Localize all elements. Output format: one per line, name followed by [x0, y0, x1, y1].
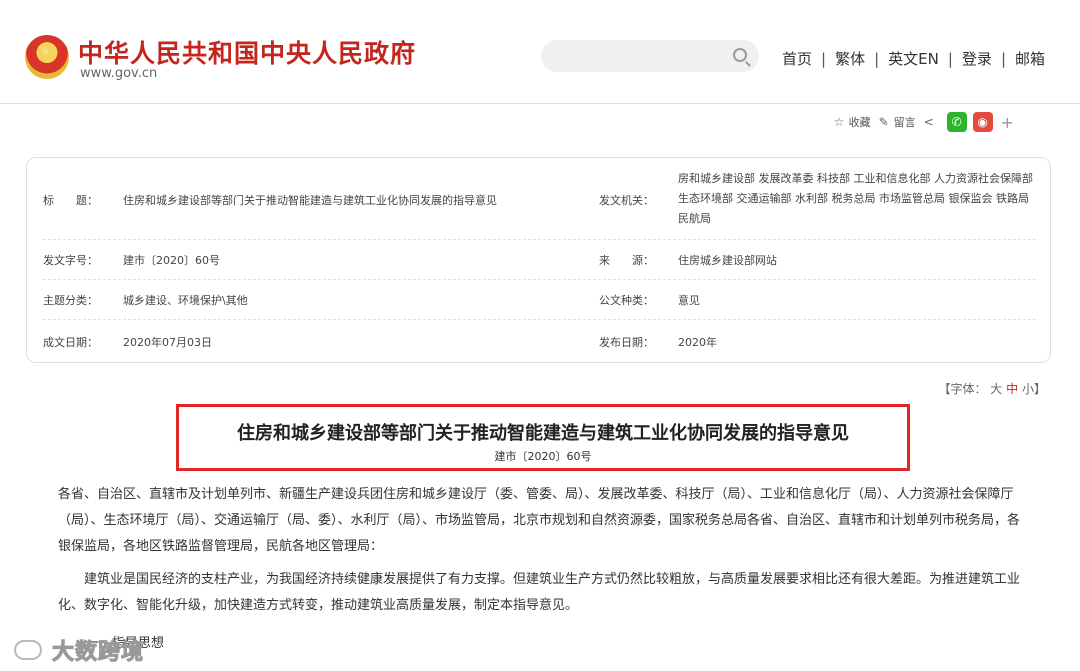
nav-separator: | [821, 50, 827, 68]
comment-label: 留言 [893, 116, 916, 129]
share-bar: ☆ 收藏 ✎ 留言 < ✆ ◉ + [834, 110, 1014, 134]
nav-home[interactable]: 首页 [782, 48, 812, 69]
document-title-highlight: 住房和城乡建设部等部门关于推动智能建造与建筑工业化协同发展的指导意见 建市〔20… [176, 404, 910, 471]
nav-separator: | [1000, 50, 1006, 68]
nav-english[interactable]: 英文EN [888, 48, 939, 69]
watermark-logo-icon [14, 640, 42, 660]
nav-traditional[interactable]: 繁体 [835, 48, 865, 69]
title-label: 标 题： [43, 194, 98, 207]
document-title: 住房和城乡建设部等部门关于推动智能建造与建筑工业化协同发展的指导意见 [237, 423, 849, 444]
watermark: 大数跨境 [51, 640, 145, 666]
nav-mail[interactable]: 邮箱 [1015, 48, 1045, 69]
weibo-icon[interactable]: ◉ [972, 112, 993, 132]
docno-value: 建市〔2020〕60号 [123, 254, 220, 267]
document-number: 建市〔2020〕60号 [494, 450, 592, 463]
source-label: 来 源： [599, 254, 654, 267]
info-row: 发文字号： 建市〔2020〕60号 来 源： 住房城乡建设部网站 [43, 240, 1036, 280]
site-domain: www.gov.cn [80, 66, 158, 81]
info-row: 主题分类： 城乡建设、环境保护\其他 公文种类： 意见 [43, 280, 1036, 320]
star-icon: ☆ [833, 115, 845, 129]
favorite-label: 收藏 [848, 116, 871, 129]
document-info-table: 标 题： 住房和城乡建设部等部门关于推动智能建造与建筑工业化协同发展的指导意见 … [26, 157, 1051, 363]
font-size-prefix: 【字体： [938, 382, 987, 396]
pencil-icon: ✎ [878, 115, 889, 129]
favorite-button[interactable]: ☆ 收藏 [834, 114, 871, 130]
pub-date-value: 2020年 [678, 336, 717, 349]
info-row: 标 题： 住房和城乡建设部等部门关于推动智能建造与建筑工业化协同发展的指导意见 … [43, 160, 1036, 240]
share-icon[interactable]: < [924, 116, 939, 128]
font-size-suffix: 】 [1033, 382, 1046, 396]
font-size-large[interactable]: 大 [990, 382, 1002, 396]
docno-label: 发文字号： [43, 254, 98, 267]
info-row: 成文日期： 2020年07月03日 发布日期： 2020年 [43, 320, 1036, 360]
site-header: ★ 中华人民共和国中央人民政府 www.gov.cn 首页 | 繁体 | 英文EN | 登录… [0, 0, 1080, 104]
topic-label: 主题分类： [43, 294, 98, 307]
date-label: 成文日期： [43, 336, 98, 349]
title-value: 住房和城乡建设部等部门关于推动智能建造与建筑工业化协同发展的指导意见 [123, 194, 497, 207]
source-value: 住房城乡建设部网站 [678, 254, 777, 267]
search-input[interactable] [541, 40, 759, 72]
search-icon[interactable] [733, 48, 747, 62]
top-nav: 首页 | 繁体 | 英文EN | 登录 | 邮箱 [782, 48, 1045, 69]
issuer-label: 发文机关： [599, 194, 654, 207]
addressee-paragraph: 各省、自治区、直辖市及计划单列市、新疆生产建设兵团住房和城乡建设厅（委、管委、局… [58, 487, 1021, 554]
pub-date-label: 发布日期： [599, 336, 654, 349]
date-value: 2020年07月03日 [123, 336, 212, 349]
font-size-medium[interactable]: 中 [1006, 382, 1018, 396]
more-share-button[interactable]: + [1001, 113, 1014, 132]
wechat-icon[interactable]: ✆ [946, 112, 967, 132]
nav-login[interactable]: 登录 [962, 48, 992, 69]
comment-button[interactable]: ✎ 留言 [879, 114, 916, 130]
type-value: 意见 [678, 294, 700, 307]
topic-value: 城乡建设、环境保护\其他 [123, 294, 248, 307]
nav-separator: | [874, 50, 880, 68]
issuer-value: 房和城乡建设部 发展改革委 科技部 工业和信息化部 人力资源社会保障部 生态环境… [678, 172, 1033, 225]
type-label: 公文种类： [599, 294, 654, 307]
national-emblem-icon[interactable]: ★ [25, 35, 69, 79]
font-size-control: 【字体： 大 中 小】 [938, 380, 1046, 397]
intro-paragraph: 建筑业是国民经济的支柱产业，为我国经济持续健康发展提供了有力支撑。但建筑业生产方… [58, 572, 1021, 613]
nav-separator: | [947, 50, 953, 68]
site-title[interactable]: 中华人民共和国中央人民政府 [78, 34, 416, 70]
font-size-small[interactable]: 小 [1022, 382, 1034, 396]
